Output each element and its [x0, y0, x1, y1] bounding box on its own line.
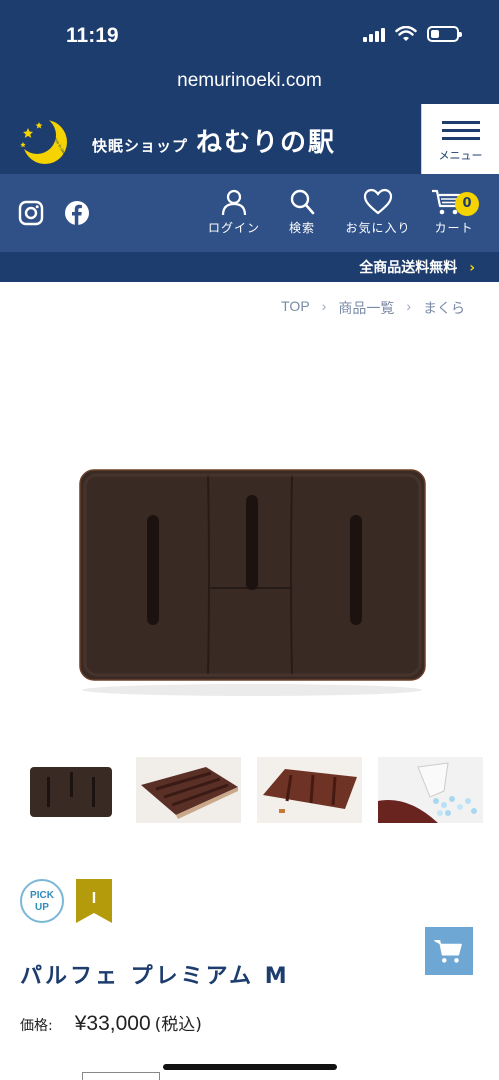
price-label: 価格: — [20, 1018, 53, 1034]
status-bar: 11:19 — [0, 0, 499, 62]
status-time: 11:19 — [66, 24, 119, 47]
battery-level — [431, 30, 439, 38]
quantity-select[interactable] — [82, 1072, 160, 1080]
cart-icon — [434, 939, 462, 963]
facebook-icon[interactable] — [64, 200, 90, 226]
free-shipping-banner[interactable]: 全商品送料無料 › — [0, 252, 499, 282]
login-label: ログイン — [207, 221, 260, 235]
battery-icon — [427, 26, 462, 42]
product-main-image[interactable] — [60, 440, 440, 710]
status-icons — [363, 26, 462, 42]
toolbar: ログイン 検索 お気に入り 0 カート — [0, 174, 499, 252]
rank-text: I — [92, 890, 96, 907]
logo-title: ねむりの駅 — [196, 128, 337, 158]
social-links — [18, 200, 90, 226]
logo-subtitle: 快眠ショップ — [92, 137, 189, 155]
promo-text: 全商品送料無料 — [359, 260, 458, 276]
breadcrumb-separator: › — [321, 298, 327, 314]
thumbnail-4[interactable] — [378, 757, 483, 823]
thumbnail-3[interactable] — [257, 757, 362, 823]
site-logo-text[interactable]: 快眠ショップ ねむりの駅 — [92, 122, 336, 159]
menu-button[interactable]: メニュー — [421, 104, 499, 174]
cart-button[interactable]: 0 カート — [427, 188, 481, 236]
pickup-line2: UP — [35, 902, 49, 913]
search-icon — [290, 189, 315, 215]
wifi-icon — [395, 26, 417, 41]
login-button[interactable]: ログイン — [207, 188, 261, 236]
product-badges: PICK UP I — [20, 879, 112, 923]
menu-label: メニュー — [438, 148, 483, 162]
product-title: パルフェ プレミアム M — [20, 964, 290, 989]
breadcrumb-products[interactable]: 商品一覧 — [338, 298, 394, 318]
cart-label: カート — [434, 221, 474, 235]
breadcrumb: TOP › 商品一覧 › まくら — [281, 298, 465, 318]
search-button[interactable]: 検索 — [275, 188, 329, 236]
breadcrumb-pillows[interactable]: まくら — [423, 298, 465, 318]
instagram-icon[interactable] — [18, 200, 44, 226]
home-indicator[interactable] — [163, 1064, 337, 1070]
moon-logo-icon[interactable]: Happiness in sleep — [18, 116, 68, 166]
price-tax-note: (税込) — [154, 1015, 202, 1035]
floating-cart-button[interactable] — [425, 927, 473, 975]
search-label: 検索 — [288, 221, 315, 235]
thumbnail-2[interactable] — [136, 757, 241, 823]
favorites-label: お気に入り — [345, 221, 411, 235]
toolbar-actions: ログイン 検索 お気に入り 0 カート — [207, 188, 481, 236]
site-header: Happiness in sleep 快眠ショップ ねむりの駅 メニュー — [0, 104, 499, 174]
hamburger-icon — [441, 116, 480, 145]
thumbnail-1[interactable] — [20, 757, 120, 823]
price-row: 価格: ¥33,000 (税込) — [20, 1010, 202, 1036]
price-value: ¥33,000 — [74, 1012, 151, 1035]
heart-icon — [363, 188, 393, 215]
rank-badge: I — [76, 879, 112, 923]
breadcrumb-separator: › — [406, 298, 411, 314]
chevron-right-icon: › — [469, 260, 475, 276]
cart-count-badge: 0 — [455, 192, 479, 216]
signal-icon — [363, 26, 385, 42]
thumbnail-strip — [20, 757, 483, 823]
favorites-button[interactable]: お気に入り — [343, 188, 413, 236]
breadcrumb-top[interactable]: TOP — [281, 298, 310, 318]
user-icon — [221, 189, 247, 216]
pickup-line1: PICK — [30, 890, 54, 901]
url-bar[interactable]: nemurinoeki.com — [0, 62, 499, 104]
pickup-badge: PICK UP — [20, 879, 64, 923]
